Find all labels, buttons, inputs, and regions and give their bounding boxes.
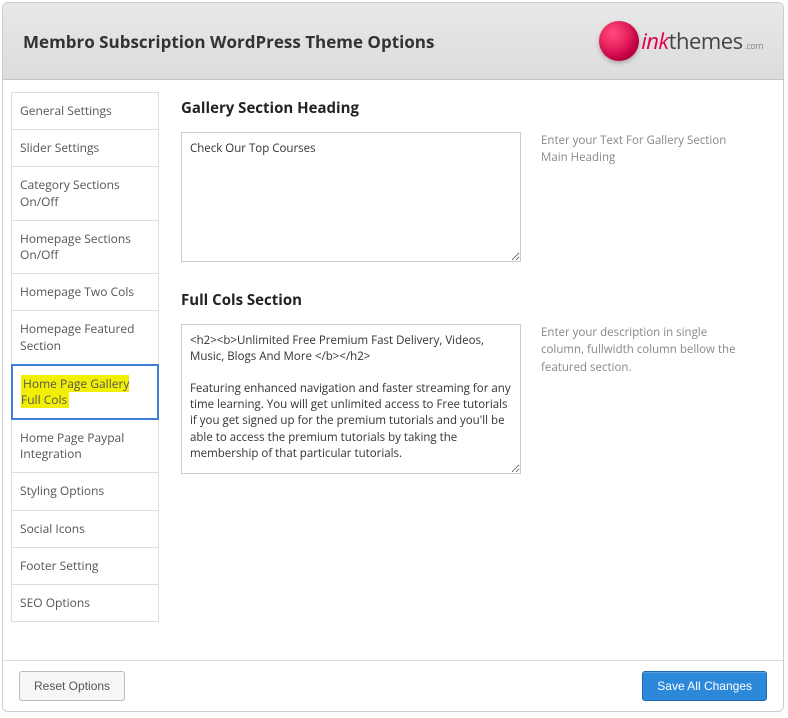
sidebar-item-footer-setting[interactable]: Footer Setting	[11, 547, 159, 585]
main-content: Gallery Section Heading Enter your Text …	[159, 80, 783, 660]
gallery-heading-section: Gallery Section Heading Enter your Text …	[181, 98, 761, 262]
reset-button[interactable]: Reset Options	[19, 671, 125, 701]
brand-logo: inkthemes.com	[599, 21, 763, 61]
sidebar: General Settings Slider Settings Categor…	[3, 80, 159, 660]
sidebar-item-homepage-two-cols[interactable]: Homepage Two Cols	[11, 273, 159, 311]
full-cols-input[interactable]	[181, 324, 521, 474]
options-panel: Membro Subscription WordPress Theme Opti…	[2, 2, 784, 712]
footer: Reset Options Save All Changes	[3, 660, 783, 711]
gallery-heading-label: Gallery Section Heading	[181, 98, 761, 118]
body: General Settings Slider Settings Categor…	[3, 80, 783, 660]
gallery-heading-help: Enter your Text For Gallery Section Main…	[541, 132, 751, 167]
sidebar-item-category-sections[interactable]: Category Sections On/Off	[11, 166, 159, 220]
sidebar-item-gallery-full-cols[interactable]: Home Page Gallery Full Cols	[11, 364, 159, 420]
full-cols-label: Full Cols Section	[181, 290, 761, 310]
logo-icon	[599, 21, 639, 61]
sidebar-item-homepage-sections[interactable]: Homepage Sections On/Off	[11, 220, 159, 274]
gallery-heading-input[interactable]	[181, 132, 521, 262]
full-cols-section: Full Cols Section Enter your description…	[181, 290, 761, 474]
sidebar-item-seo-options[interactable]: SEO Options	[11, 584, 159, 622]
logo-text: inkthemes.com	[641, 26, 763, 56]
page-title: Membro Subscription WordPress Theme Opti…	[23, 30, 434, 53]
save-button[interactable]: Save All Changes	[642, 671, 767, 701]
sidebar-item-homepage-featured[interactable]: Homepage Featured Section	[11, 310, 159, 364]
full-cols-help: Enter your description in single column,…	[541, 324, 751, 376]
header: Membro Subscription WordPress Theme Opti…	[3, 3, 783, 80]
sidebar-item-slider-settings[interactable]: Slider Settings	[11, 129, 159, 167]
sidebar-item-paypal-integration[interactable]: Home Page Paypal Integration	[11, 419, 159, 473]
sidebar-item-styling-options[interactable]: Styling Options	[11, 472, 159, 510]
sidebar-item-general-settings[interactable]: General Settings	[11, 92, 159, 130]
sidebar-item-social-icons[interactable]: Social Icons	[11, 510, 159, 548]
